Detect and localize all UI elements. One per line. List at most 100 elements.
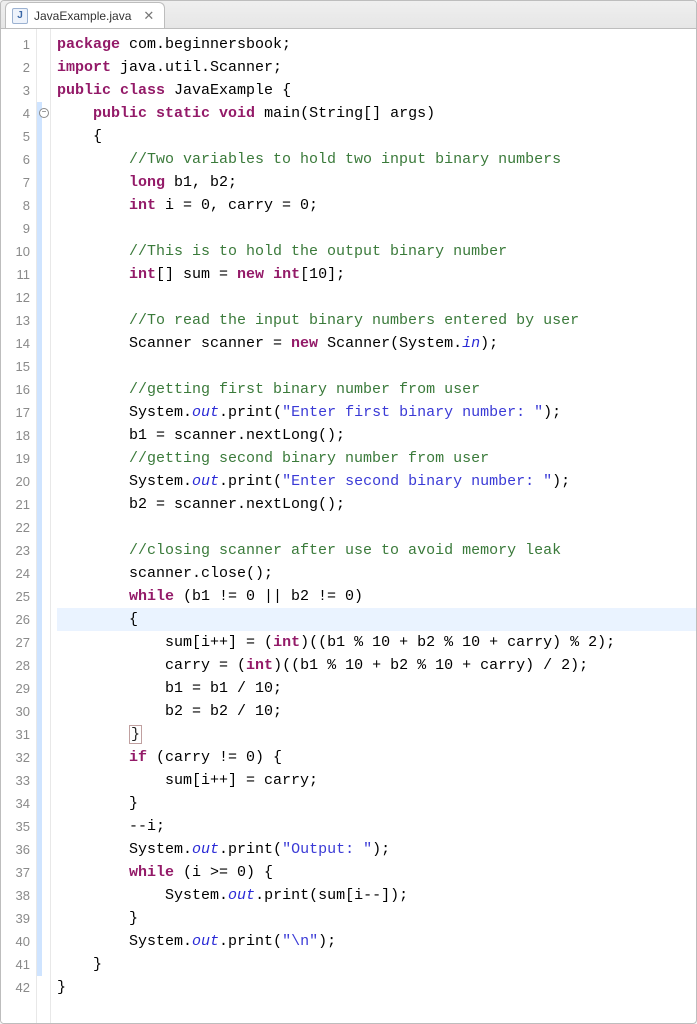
line-number: 27 [1, 631, 36, 654]
code-line[interactable]: //getting first binary number from user [57, 378, 696, 401]
code-line[interactable]: public class JavaExample { [57, 79, 696, 102]
change-marker [37, 654, 42, 677]
code-line[interactable]: import java.util.Scanner; [57, 56, 696, 79]
code-line[interactable]: System.out.print("Output: "); [57, 838, 696, 861]
code-line[interactable]: scanner.close(); [57, 562, 696, 585]
line-number: 35 [1, 815, 36, 838]
marker-cell [37, 424, 50, 447]
line-number: 34 [1, 792, 36, 815]
java-file-icon: J [12, 8, 28, 24]
code-line[interactable]: sum[i++] = (int)((b1 % 10 + b2 % 10 + ca… [57, 631, 696, 654]
code-line[interactable]: //To read the input binary numbers enter… [57, 309, 696, 332]
code-line[interactable]: long b1, b2; [57, 171, 696, 194]
line-number: 5 [1, 125, 36, 148]
code-line[interactable]: while (b1 != 0 || b2 != 0) [57, 585, 696, 608]
line-number-gutter: 1234567891011121314151617181920212223242… [1, 29, 37, 1023]
line-number: 10 [1, 240, 36, 263]
line-number: 23 [1, 539, 36, 562]
code-line[interactable]: } [57, 723, 696, 746]
line-number: 40 [1, 930, 36, 953]
line-number: 33 [1, 769, 36, 792]
marker-cell [37, 263, 50, 286]
line-number: 22 [1, 516, 36, 539]
line-number: 2 [1, 56, 36, 79]
code-line[interactable]: } [57, 792, 696, 815]
change-marker [37, 401, 42, 424]
line-number: 42 [1, 976, 36, 999]
marker-cell [37, 194, 50, 217]
change-marker [37, 286, 42, 309]
line-number: 9 [1, 217, 36, 240]
code-line[interactable]: //getting second binary number from user [57, 447, 696, 470]
marker-cell [37, 240, 50, 263]
code-line[interactable]: System.out.print("Enter second binary nu… [57, 470, 696, 493]
change-marker [37, 792, 42, 815]
change-marker [37, 125, 42, 148]
code-line[interactable]: } [57, 907, 696, 930]
code-line[interactable] [57, 516, 696, 539]
line-number: 17 [1, 401, 36, 424]
change-marker [37, 470, 42, 493]
line-number: 15 [1, 355, 36, 378]
fold-toggle-icon[interactable]: − [39, 108, 49, 118]
line-number: 31 [1, 723, 36, 746]
editor-tab[interactable]: J JavaExample.java ✕ [5, 2, 165, 28]
code-line[interactable]: //closing scanner after use to avoid mem… [57, 539, 696, 562]
marker-cell [37, 654, 50, 677]
code-line[interactable]: } [57, 953, 696, 976]
code-line[interactable]: sum[i++] = carry; [57, 769, 696, 792]
line-number: 3 [1, 79, 36, 102]
marker-cell [37, 769, 50, 792]
code-line[interactable]: int[] sum = new int[10]; [57, 263, 696, 286]
code-line[interactable]: --i; [57, 815, 696, 838]
code-line[interactable]: b1 = b1 / 10; [57, 677, 696, 700]
code-line[interactable]: package com.beginnersbook; [57, 33, 696, 56]
line-number: 4 [1, 102, 36, 125]
change-marker [37, 562, 42, 585]
code-line[interactable]: public static void main(String[] args) [57, 102, 696, 125]
change-marker [37, 217, 42, 240]
code-line[interactable]: { [57, 608, 696, 631]
change-marker [37, 309, 42, 332]
line-number: 32 [1, 746, 36, 769]
marker-cell [37, 700, 50, 723]
marker-cell [37, 79, 50, 102]
line-number: 29 [1, 677, 36, 700]
code-line[interactable]: b1 = scanner.nextLong(); [57, 424, 696, 447]
change-marker [37, 240, 42, 263]
code-line[interactable]: //This is to hold the output binary numb… [57, 240, 696, 263]
code-line[interactable]: Scanner scanner = new Scanner(System.in)… [57, 332, 696, 355]
code-line[interactable]: System.out.print("\n"); [57, 930, 696, 953]
marker-cell [37, 907, 50, 930]
code-line[interactable]: System.out.print(sum[i--]); [57, 884, 696, 907]
change-marker [37, 700, 42, 723]
close-icon[interactable]: ✕ [143, 9, 154, 22]
code-line[interactable]: b2 = b2 / 10; [57, 700, 696, 723]
code-line[interactable]: { [57, 125, 696, 148]
source-code-view[interactable]: package com.beginnersbook;import java.ut… [51, 29, 696, 1023]
change-marker [37, 930, 42, 953]
line-number: 30 [1, 700, 36, 723]
change-marker [37, 953, 42, 976]
code-line[interactable]: } [57, 976, 696, 999]
code-line[interactable]: if (carry != 0) { [57, 746, 696, 769]
code-line[interactable]: while (i >= 0) { [57, 861, 696, 884]
code-line[interactable] [57, 217, 696, 240]
change-marker [37, 263, 42, 286]
code-line[interactable]: b2 = scanner.nextLong(); [57, 493, 696, 516]
code-line[interactable]: int i = 0, carry = 0; [57, 194, 696, 217]
change-marker [37, 861, 42, 884]
code-line[interactable]: carry = (int)((b1 % 10 + b2 % 10 + carry… [57, 654, 696, 677]
code-line[interactable]: //Two variables to hold two input binary… [57, 148, 696, 171]
code-line[interactable]: System.out.print("Enter first binary num… [57, 401, 696, 424]
change-marker [37, 838, 42, 861]
change-marker [37, 907, 42, 930]
line-number: 38 [1, 884, 36, 907]
change-marker [37, 424, 42, 447]
code-line[interactable] [57, 355, 696, 378]
code-line[interactable] [57, 286, 696, 309]
marker-cell [37, 792, 50, 815]
folding-marker-strip: − [37, 29, 51, 1023]
marker-cell [37, 493, 50, 516]
marker-cell [37, 217, 50, 240]
